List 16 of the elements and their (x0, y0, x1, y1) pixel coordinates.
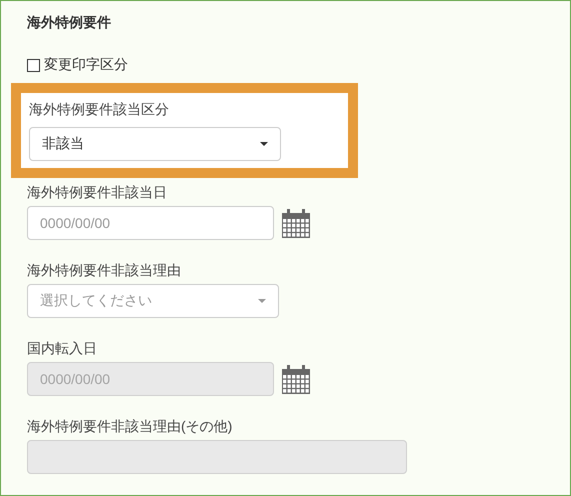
dropdown-value: 非該当 (42, 135, 84, 153)
caret-icon (260, 142, 268, 146)
section-title: 海外特例要件 (27, 13, 112, 32)
caret-icon (258, 299, 266, 303)
checkbox-label[interactable]: 変更印字区分 (44, 56, 128, 74)
field-label: 海外特例要件該当区分 (29, 100, 170, 119)
calendar-icon[interactable] (282, 208, 310, 238)
field-label: 海外特例要件非該当理由(その他) (27, 417, 234, 436)
field-label: 国内転入日 (27, 339, 98, 358)
calendar-icon[interactable] (282, 364, 310, 394)
dropdown-placeholder: 選択してください (40, 292, 152, 310)
field-label: 海外特例要件非該当理由 (27, 261, 182, 280)
date-field[interactable]: 0000/00/00 (27, 206, 274, 240)
field-label: 海外特例要件非該当日 (27, 183, 168, 202)
checkbox[interactable] (27, 58, 40, 72)
dropdown[interactable]: 非該当 (29, 127, 281, 161)
